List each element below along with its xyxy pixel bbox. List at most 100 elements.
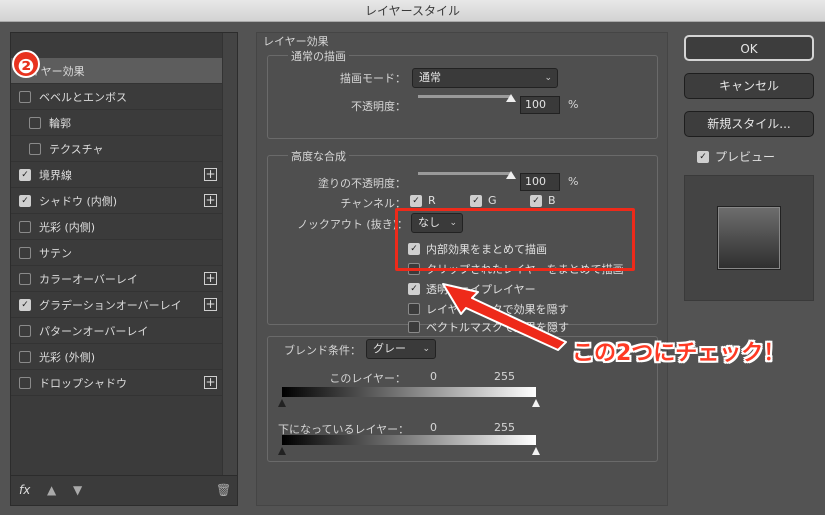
style-list-item[interactable]: 光彩 (内側) [11, 214, 223, 240]
highlight-box [395, 208, 635, 271]
style-checkbox[interactable] [19, 220, 31, 233]
style-list-item[interactable]: カラーオーバーレイ + [11, 266, 223, 292]
style-list-item-label: ドロップシャドウ [39, 376, 127, 390]
channel-b-checkbox[interactable]: ✓ [530, 194, 542, 207]
general-blending-title: 通常の描画 [288, 48, 349, 64]
fill-opacity-slider-track[interactable] [418, 172, 510, 175]
layer-mask-hides-effects-option[interactable]: レイヤーマスクで効果を隠す [408, 301, 569, 317]
style-list-item[interactable]: レイヤー効果 [11, 58, 223, 84]
new-style-button[interactable]: 新規スタイル... [684, 111, 814, 137]
panel-title: レイヤー効果 [263, 35, 329, 48]
add-effect-icon[interactable]: + [204, 168, 217, 181]
add-effect-icon[interactable]: + [204, 376, 217, 389]
style-list-item[interactable]: ✓ 境界線 + [11, 162, 223, 188]
transparency-shapes-layer-checkbox[interactable]: ✓ [408, 283, 420, 295]
style-list-item[interactable]: ✓ グラデーションオーバーレイ + [11, 292, 223, 318]
style-checkbox[interactable] [19, 350, 31, 363]
opacity-unit: % [568, 98, 579, 111]
this-layer-black-handle[interactable] [278, 399, 286, 407]
opacity-label: 不透明度： [351, 100, 406, 113]
style-list-item[interactable]: ✓ シャドウ (内側) + [11, 188, 223, 214]
channel-r-checkbox[interactable]: ✓ [410, 194, 422, 207]
fill-opacity-slider-handle[interactable] [506, 171, 516, 179]
style-list-item-label: テクスチャ [49, 142, 104, 156]
add-effect-icon[interactable]: + [204, 298, 217, 311]
preview-checkbox[interactable]: ✓ [697, 150, 709, 163]
opacity-slider-handle[interactable] [506, 94, 516, 102]
vector-mask-hides-effects-option[interactable]: ベクトルマスクで効果を隠す [408, 319, 569, 335]
style-list-item-label: サテン [39, 246, 72, 260]
style-checkbox[interactable] [19, 90, 31, 103]
chevron-down-icon: ⌄ [422, 344, 430, 354]
trash-icon[interactable]: 🗑 [216, 483, 231, 497]
advanced-blending-title: 高度な合成 [288, 148, 349, 164]
opacity-slider-track[interactable] [418, 95, 510, 98]
style-checkbox[interactable]: ✓ [19, 298, 31, 311]
style-list-item[interactable]: 光彩 (外側) [11, 344, 223, 370]
underlying-layer-gradient [282, 435, 536, 445]
style-list-item[interactable]: 輪郭 [11, 110, 223, 136]
add-effect-icon[interactable]: + [204, 194, 217, 207]
style-list-scrollbar[interactable] [222, 33, 237, 475]
style-list-footer: fx ▲ ▼ 🗑 [11, 475, 237, 505]
style-list-item[interactable]: ベベルとエンボス [11, 84, 223, 110]
underlying-layer-max: 255 [494, 421, 515, 434]
cancel-button[interactable]: キャンセル [684, 73, 814, 99]
chevron-down-icon: ⌄ [544, 73, 552, 83]
layer-mask-hides-effects-checkbox[interactable] [408, 303, 420, 315]
style-list-panel: レイヤー効果 ベベルとエンボス輪郭テクスチャ ✓ 境界線 + ✓ シャドウ (内側) + 光彩 … [10, 32, 238, 506]
general-blending-group: 通常の描画 描画モード： 通常 ⌄ 不透明度： 100 % [267, 48, 658, 139]
channel-g-checkbox[interactable]: ✓ [470, 194, 482, 207]
style-list-item[interactable]: パターンオーバーレイ [11, 318, 223, 344]
this-layer-label: このレイヤー： [329, 372, 406, 385]
knockout-label: ノックアウト (抜き)： [297, 218, 408, 231]
ok-button[interactable]: OK [684, 35, 814, 61]
blend-mode-select[interactable]: 通常 ⌄ [412, 68, 558, 88]
add-effect-icon[interactable]: + [204, 272, 217, 285]
vector-mask-hides-effects-checkbox[interactable] [408, 321, 420, 333]
blend-if-select[interactable]: グレー ⌄ [366, 339, 436, 359]
channel-g[interactable]: ✓ G [470, 194, 497, 207]
window-title: レイヤースタイル [0, 0, 825, 22]
step-number-badge: ❷ [12, 50, 40, 78]
style-checkbox[interactable]: ✓ [19, 194, 31, 207]
style-checkbox[interactable] [29, 116, 41, 129]
channels-label: チャンネル： [340, 197, 406, 210]
style-list-item[interactable]: サテン [11, 240, 223, 266]
fill-opacity-label: 塗りの不透明度： [318, 177, 406, 190]
style-list-item-label: 光彩 (外側) [39, 350, 96, 364]
layer-style-dialog: レイヤー効果 ベベルとエンボス 輪郭 テクスチャ ✓ 境界線 + ✓ シャドウ (内側) + 光彩 … [0, 22, 825, 515]
underlying-layer-black-handle[interactable] [278, 447, 286, 455]
style-list-item[interactable]: ドロップシャドウ + [11, 370, 223, 396]
move-down-icon[interactable]: ▼ [73, 483, 82, 497]
underlying-layer-white-handle[interactable] [532, 447, 540, 455]
blend-mode-value: 通常 [419, 71, 441, 84]
callout-text: この2つにチェック！ [572, 341, 786, 366]
style-list-item-label: カラーオーバーレイ [39, 272, 138, 286]
this-layer-white-handle[interactable] [532, 399, 540, 407]
style-preview [684, 175, 814, 301]
style-checkbox[interactable] [19, 246, 31, 259]
style-checkbox[interactable]: ✓ [19, 168, 31, 181]
style-list-item-label: 光彩 (内側) [39, 220, 96, 234]
channel-r[interactable]: ✓ R [410, 194, 436, 207]
transparency-shapes-layer-option[interactable]: ✓ 透明シェイプレイヤー [408, 281, 536, 297]
style-list-item-label: 輪郭 [49, 116, 71, 130]
move-up-icon[interactable]: ▲ [47, 483, 56, 497]
opacity-input[interactable]: 100 [520, 96, 560, 114]
blend-if-value: グレー [373, 342, 406, 355]
fill-opacity-unit: % [568, 175, 579, 188]
fx-icon[interactable]: fx [19, 483, 30, 497]
this-layer-max: 255 [494, 370, 515, 383]
channel-b[interactable]: ✓ B [530, 194, 556, 207]
blend-mode-label: 描画モード： [340, 72, 406, 85]
style-list-item[interactable]: テクスチャ [11, 136, 223, 162]
style-list-item-label: グラデーションオーバーレイ [39, 298, 182, 312]
preview-option[interactable]: ✓ プレビュー [697, 148, 775, 165]
underlying-layer-min: 0 [430, 421, 437, 434]
style-checkbox[interactable] [19, 272, 31, 285]
style-checkbox[interactable] [29, 142, 41, 155]
fill-opacity-input[interactable]: 100 [520, 173, 560, 191]
style-checkbox[interactable] [19, 324, 31, 337]
style-checkbox[interactable] [19, 376, 31, 389]
